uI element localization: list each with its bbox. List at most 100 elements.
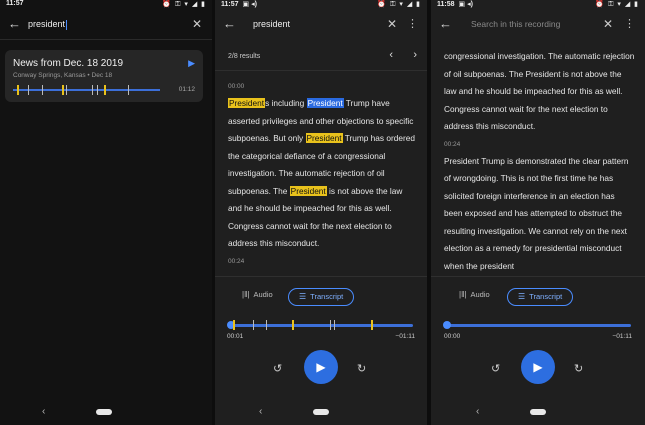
phone-transcript-view: 11:58 ▣ ◂) ⏰ ⚿ ▾ ◢ ▮ ← Search in this rec… <box>431 0 645 425</box>
search-input[interactable]: Search in this recording <box>471 19 560 29</box>
bookmark-marker <box>42 85 43 95</box>
nav-home-pill[interactable] <box>530 409 546 415</box>
playback-scrubber[interactable] <box>227 320 413 330</box>
status-time: 11:57 <box>6 0 24 7</box>
close-icon[interactable]: ✕ <box>387 17 397 31</box>
status-time: 11:58 ▣ ◂) <box>437 1 473 8</box>
transcript-paragraph: Presidents including President Trump hav… <box>228 98 415 248</box>
bookmark-marker <box>334 320 335 330</box>
divider <box>431 276 645 277</box>
nav-back-icon[interactable]: ‹ <box>259 406 262 417</box>
playback-panel: |‖| Audio ☰ Transcript 00:00 −01:11 ↺ ▶ ↻ <box>431 276 645 425</box>
divider <box>0 39 212 40</box>
status-icons: ⏰ ⚿ ▾ ◢ ▮ <box>377 1 421 8</box>
bookmark-marker <box>92 85 93 95</box>
rewind-icon[interactable]: ↺ <box>491 362 500 375</box>
search-hit-marker <box>292 320 294 330</box>
search-hit-marker <box>17 85 19 95</box>
more-options-icon[interactable]: ⋮ <box>624 17 635 30</box>
phone-search-list: 11:57 ⏰ ⚿ ▾ ◢ ▮ ← president ✕ News from … <box>0 0 212 425</box>
play-button[interactable]: ▶ <box>521 350 555 384</box>
results-count: 2/8 results <box>228 53 261 60</box>
system-nav-bar: ‹ <box>0 406 212 420</box>
search-bar: ← president ✕ ⋮ <box>215 12 427 38</box>
search-match[interactable]: President <box>305 133 343 143</box>
timestamp: 00:24 <box>444 140 461 148</box>
search-query-text: president <box>28 19 66 29</box>
bookmark-marker <box>266 320 267 330</box>
time-remaining: −01:11 <box>612 333 632 340</box>
status-bar: 11:58 ▣ ◂) ⏰ ⚿ ▾ ◢ ▮ <box>431 0 645 10</box>
transcript-paragraph: congressional investigation. The automat… <box>444 51 635 131</box>
waveform-icon: |‖| <box>459 290 467 299</box>
current-search-match[interactable]: President <box>306 98 344 108</box>
search-bar: ← Search in this recording ✕ ⋮ <box>431 12 645 38</box>
timestamp: 00:24 <box>228 257 245 265</box>
tab-transcript[interactable]: ☰ Transcript <box>507 288 574 306</box>
divider <box>215 70 427 71</box>
recording-location-date: Conway Springs, Kansas • Dec 18 <box>13 72 113 79</box>
back-arrow-icon[interactable]: ← <box>439 16 452 31</box>
nav-home-pill[interactable] <box>313 409 329 415</box>
bookmark-marker <box>66 85 67 95</box>
phone-transcript-search: 11:57 ▣ ◂) ⏰ ⚿ ▾ ◢ ▮ ← president ✕ ⋮ 2/8 … <box>215 0 427 425</box>
bookmark-marker <box>128 85 129 95</box>
close-icon[interactable]: ✕ <box>603 17 613 31</box>
bookmark-marker <box>330 320 331 330</box>
play-icon[interactable]: ▶ <box>188 58 195 69</box>
nav-back-icon[interactable]: ‹ <box>42 406 45 417</box>
transcript-icon: ☰ <box>518 292 526 301</box>
recording-title: News from Dec. 18 2019 <box>13 58 124 69</box>
playback-scrubber[interactable] <box>443 321 631 329</box>
tab-transcript[interactable]: ☰ Transcript <box>288 288 355 306</box>
search-hit-marker <box>371 320 373 330</box>
status-icons: ⏰ ⚿ ▾ ◢ ▮ <box>162 1 206 8</box>
time-remaining: −01:11 <box>395 333 415 340</box>
nav-back-icon[interactable]: ‹ <box>476 406 479 417</box>
search-match[interactable]: President <box>228 98 266 108</box>
search-input[interactable]: president <box>28 19 68 30</box>
next-result-icon[interactable]: › <box>413 49 417 61</box>
transcript-body: 00:00 Presidents including President Tru… <box>228 78 417 274</box>
search-input[interactable]: president <box>253 19 290 29</box>
search-hit-marker <box>104 85 106 95</box>
scrubber-handle[interactable] <box>443 321 451 329</box>
more-options-icon[interactable]: ⋮ <box>407 17 418 30</box>
bookmark-marker <box>97 85 98 95</box>
bookmark-marker <box>28 85 29 95</box>
text-caret <box>66 19 68 30</box>
back-arrow-icon[interactable]: ← <box>8 16 21 31</box>
status-time: 11:57 ▣ ◂) <box>221 1 257 8</box>
search-hit-marker <box>233 320 235 330</box>
waveform-icon: |‖| <box>242 290 250 299</box>
close-icon[interactable]: ✕ <box>192 17 202 31</box>
recording-result-card[interactable]: News from Dec. 18 2019 Conway Springs, K… <box>5 50 203 102</box>
forward-icon[interactable]: ↻ <box>574 362 583 375</box>
search-bar: ← president ✕ <box>0 12 212 38</box>
status-bar: 11:57 ⏰ ⚿ ▾ ◢ ▮ <box>0 0 212 10</box>
mini-waveform-track <box>13 85 160 95</box>
recording-duration: 01:12 <box>178 86 195 93</box>
play-button[interactable]: ▶ <box>304 350 338 384</box>
transcript-paragraph: President Trump is demonstrated the clea… <box>444 155 629 271</box>
forward-icon[interactable]: ↻ <box>357 362 366 375</box>
transcript-icon: ☰ <box>299 292 307 301</box>
transcript-body: congressional investigation. The automat… <box>444 48 635 274</box>
back-arrow-icon[interactable]: ← <box>223 16 236 31</box>
tab-audio[interactable]: |‖| Audio <box>459 290 490 299</box>
system-nav-bar: ‹ <box>215 406 427 420</box>
nav-home-pill[interactable] <box>96 409 112 415</box>
rewind-icon[interactable]: ↺ <box>273 362 282 375</box>
previous-result-icon[interactable]: ‹ <box>389 49 393 61</box>
divider <box>215 276 427 277</box>
time-elapsed: 00:00 <box>444 333 461 340</box>
playback-panel: |‖| Audio ☰ Transcript 00:01 −01:11 ↺ ▶ ↻ <box>215 276 427 425</box>
bookmark-marker <box>253 320 254 330</box>
timestamp: 00:00 <box>228 83 245 90</box>
system-nav-bar: ‹ <box>431 406 645 420</box>
search-hit-marker <box>62 85 64 95</box>
status-bar: 11:57 ▣ ◂) ⏰ ⚿ ▾ ◢ ▮ <box>215 0 427 10</box>
search-match[interactable]: President <box>289 185 327 196</box>
tab-audio[interactable]: |‖| Audio <box>242 290 273 299</box>
status-icons: ⏰ ⚿ ▾ ◢ ▮ <box>595 1 639 8</box>
